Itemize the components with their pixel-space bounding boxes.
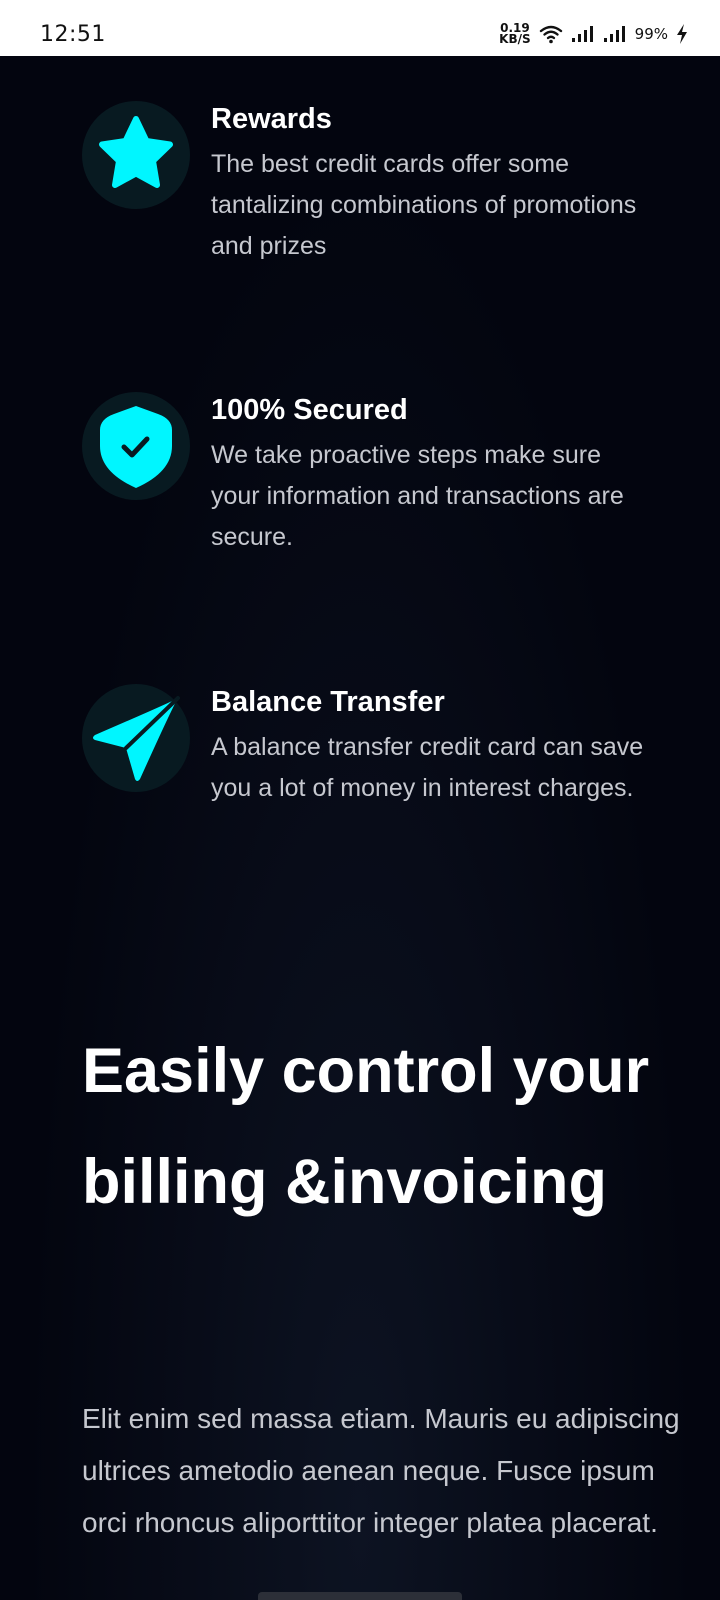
feature-description: We take proactive steps make sure your i… [211,441,624,551]
status-icons: 0.19 KB/S 99% [499,20,688,48]
feature-icon-circle [82,684,190,792]
main-content: Rewards The best credit cards offer some… [0,56,720,1600]
charging-icon [677,24,687,44]
feature-icon-circle [82,392,190,500]
status-time: 12:51 [40,22,106,47]
shield-check-icon [100,406,172,488]
battery-level: 99% [634,25,668,43]
network-speed: 0.19 KB/S [499,22,531,46]
billing-body-text: Elit enim sed massa etiam. Mauris eu adi… [82,1403,680,1538]
feature-rewards: Rewards The best credit cards offer some… [82,56,642,266]
feature-secured: 100% Secured We take proactive steps mak… [82,347,642,557]
feature-title: 100% Secured [211,394,408,426]
signal-icon [603,26,625,42]
home-indicator[interactable] [258,1592,462,1600]
feature-description: A balance transfer credit card can save … [211,733,644,802]
feature-balance-transfer: Balance Transfer A balance transfer cred… [82,639,643,849]
signal-icon [571,26,593,42]
feature-title: Balance Transfer [211,686,445,718]
wifi-icon [539,25,562,44]
star-icon [99,116,173,188]
status-bar: 12:51 0.19 KB/S 99% [0,0,720,56]
network-speed-unit: KB/S [499,32,531,46]
feature-text: 100% Secured We take proactive steps mak… [211,393,651,558]
billing-heading: Easily control your billing &invoicing [82,1036,650,1217]
feature-text: Balance Transfer A balance transfer cred… [211,685,651,809]
feature-icon-circle [82,101,190,209]
feature-description: The best credit cards offer some tantali… [211,150,637,260]
feature-text: Rewards The best credit cards offer some… [211,102,651,267]
feature-title: Rewards [211,103,332,135]
paper-plane-icon [93,696,180,781]
